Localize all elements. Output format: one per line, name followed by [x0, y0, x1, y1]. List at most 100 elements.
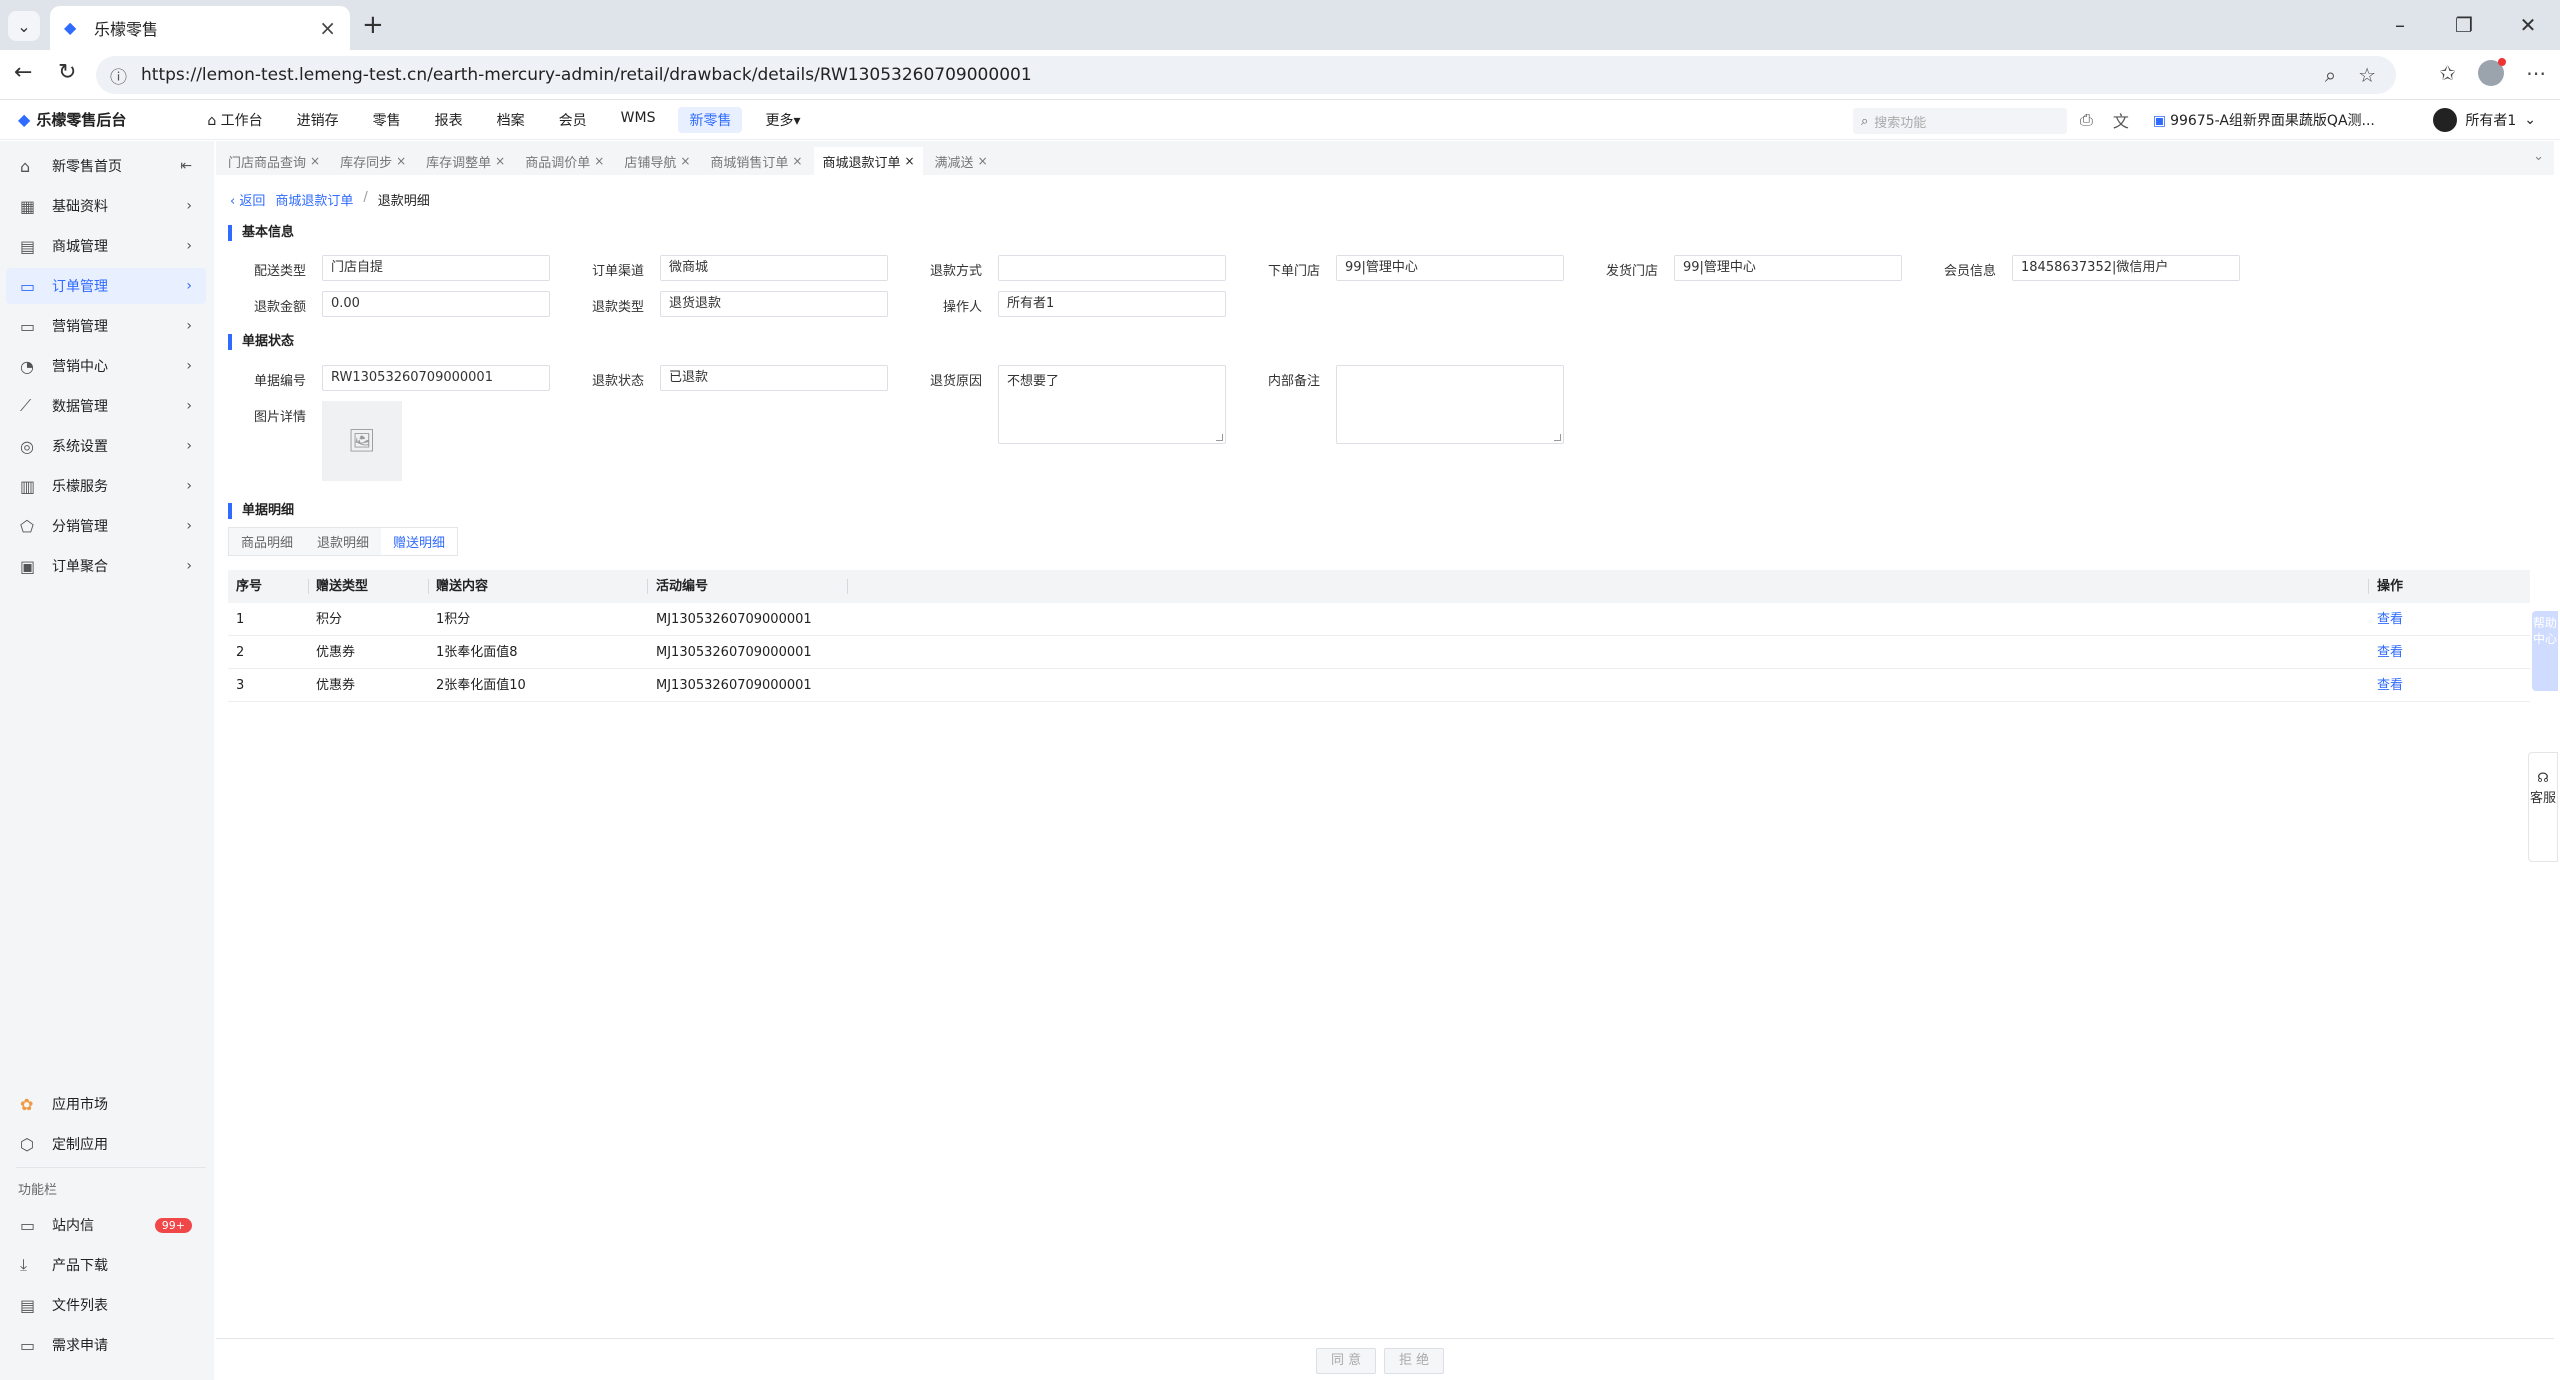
sidebar-item-requests[interactable]: ▭ 需求申请 [6, 1327, 206, 1363]
collapse-sidebar-icon[interactable]: ⇤ [180, 158, 192, 174]
translate-icon[interactable]: 文 [2113, 108, 2129, 132]
menu-reports[interactable]: 报表 [424, 107, 474, 133]
page-tab[interactable]: 满减送 × [926, 147, 996, 175]
page-tab-active[interactable]: 商城退款订单 × [814, 147, 923, 175]
sidebar-item-service[interactable]: ▥ 乐檬服务 › [6, 468, 206, 504]
tab-goods-detail[interactable]: 商品明细 [229, 528, 305, 555]
more-menu-icon[interactable]: ⋯ [2526, 61, 2546, 85]
order-channel-field[interactable]: 微商城 [660, 255, 888, 281]
close-icon[interactable]: × [978, 154, 988, 168]
internal-memo-textarea[interactable] [1336, 365, 1564, 444]
close-tab-icon[interactable]: × [319, 16, 336, 40]
menu-inventory[interactable]: 进销存 [286, 107, 350, 133]
menu-wms[interactable]: WMS [610, 107, 667, 133]
doc-no-field[interactable]: RW13053260709000001 [322, 365, 550, 391]
sidebar-item-orders[interactable]: ▭ 订单管理 › [6, 268, 206, 304]
close-icon[interactable]: × [495, 154, 505, 168]
view-link[interactable]: 查看 [2377, 603, 2403, 636]
zoom-icon[interactable]: ⌕ [2325, 63, 2336, 87]
refund-status-field[interactable]: 已退款 [660, 365, 888, 391]
tab-list-button[interactable]: ⌄ [8, 11, 40, 41]
close-icon[interactable]: × [904, 154, 914, 168]
column-divider[interactable] [2368, 579, 2369, 594]
operator-field[interactable]: 所有者1 [998, 291, 1226, 317]
page-tab[interactable]: 库存调整单 × [418, 147, 514, 175]
sidebar-item-distribution[interactable]: ⬠ 分销管理 › [6, 508, 206, 544]
site-info-icon[interactable]: ⓘ [110, 63, 127, 88]
bookmark-star-icon[interactable]: ☆ [2358, 63, 2376, 87]
chevron-down-icon[interactable]: ⌄ [2533, 149, 2544, 164]
breadcrumb-parent[interactable]: 商城退款订单 [275, 190, 353, 209]
favorites-icon[interactable]: ✩ [2439, 61, 2456, 85]
sidebar-item-files[interactable]: ▤ 文件列表 [6, 1287, 206, 1323]
sidebar-item-marketing[interactable]: ▭ 营销管理 › [6, 308, 206, 344]
order-store-field[interactable]: 99|管理中心 [1336, 255, 1564, 281]
sidebar-item-aggregate[interactable]: ▣ 订单聚合 › [6, 548, 206, 584]
menu-more[interactable]: 更多▾ [754, 107, 811, 133]
reload-icon[interactable]: ↻ [58, 60, 76, 85]
refund-amount-field[interactable]: 0.00 [322, 291, 550, 317]
member-info-field[interactable]: 18458637352|微信用户 [2012, 255, 2240, 281]
back-icon[interactable]: ← [14, 60, 32, 85]
back-link[interactable]: ‹ 返回 [230, 190, 265, 209]
sidebar-item-basic[interactable]: ▦ 基础资料 › [6, 188, 206, 224]
close-icon[interactable]: × [792, 154, 802, 168]
page-tab[interactable]: 商品调价单 × [517, 147, 613, 175]
page-tab[interactable]: 门店商品查询 × [220, 147, 329, 175]
browser-tab[interactable]: ◆ 乐檬零售 × [50, 6, 350, 50]
sidebar-item-marketing-center[interactable]: ◔ 营销中心 › [6, 348, 206, 384]
column-divider[interactable] [647, 579, 648, 594]
menu-retail[interactable]: 零售 [362, 107, 412, 133]
sidebar-item-downloads[interactable]: ⤓ 产品下载 [6, 1247, 206, 1283]
help-center-button[interactable]: 帮助中心 [2532, 611, 2558, 691]
function-search-input[interactable]: ⌕ 搜索功能 [1853, 108, 2067, 134]
page-tab[interactable]: 店铺导航 × [616, 147, 699, 175]
column-divider[interactable] [428, 579, 429, 594]
brand[interactable]: ◆ 乐檬零售后台 [18, 109, 126, 130]
menu-member[interactable]: 会员 [548, 107, 598, 133]
close-icon[interactable]: × [680, 154, 690, 168]
sidebar-item-data[interactable]: ⟋ 数据管理 › [6, 388, 206, 424]
agree-button[interactable]: 同 意 [1316, 1348, 1377, 1374]
ship-store-field[interactable]: 99|管理中心 [1674, 255, 1902, 281]
chevron-down-icon: ⌄ [2524, 112, 2536, 128]
close-icon[interactable]: × [594, 154, 604, 168]
close-window-icon[interactable]: ✕ [2496, 0, 2560, 50]
page-tab[interactable]: 商城销售订单 × [702, 147, 811, 175]
delivery-type-field[interactable]: 门店自提 [322, 255, 550, 281]
return-reason-textarea[interactable]: 不想要了 [998, 365, 1226, 444]
cell-content: 1积分 [436, 612, 471, 627]
tab-gift-detail[interactable]: 赠送明细 [381, 528, 458, 555]
column-divider[interactable] [308, 579, 309, 594]
user-menu[interactable]: 所有者1 ⌄ [2433, 108, 2536, 132]
profile-avatar[interactable] [2478, 58, 2506, 86]
new-tab-button[interactable]: + [362, 10, 384, 40]
page-tab[interactable]: 库存同步 × [332, 147, 415, 175]
field-label: 配送类型 [253, 264, 306, 279]
sidebar-item-custom-app[interactable]: ⬡ 定制应用 [6, 1126, 206, 1162]
menu-archive[interactable]: 档案 [486, 107, 536, 133]
sidebar-item-mall[interactable]: ▤ 商城管理 › [6, 228, 206, 264]
menu-workbench[interactable]: ⌂ 工作台 [196, 107, 273, 133]
customer-service-button[interactable]: ☊ 客服 [2528, 752, 2558, 862]
close-icon[interactable]: × [396, 154, 406, 168]
minimize-icon[interactable]: – [2368, 0, 2432, 50]
sidebar-item-messages[interactable]: ▭ 站内信 99+ [6, 1207, 206, 1243]
sidebar-item-settings[interactable]: ◎ 系统设置 › [6, 428, 206, 464]
column-divider[interactable] [847, 579, 848, 594]
sidebar-item-app-market[interactable]: ✿ 应用市场 [6, 1086, 206, 1122]
refund-method-field[interactable] [998, 255, 1226, 281]
url-field[interactable]: ⓘ https://lemon-test.lemeng-test.cn/eart… [96, 56, 2396, 94]
menu-new-retail[interactable]: 新零售 [678, 106, 743, 133]
sidebar-item-home[interactable]: ⌂ 新零售首页 ⇤ [6, 148, 206, 184]
view-link[interactable]: 查看 [2377, 636, 2403, 669]
view-link[interactable]: 查看 [2377, 669, 2403, 702]
print-icon[interactable]: ⎙ [2080, 110, 2093, 130]
image-placeholder-icon[interactable]: 🖼 [322, 401, 402, 481]
org-selector[interactable]: ▣ 99675-A组新界面果蔬版QA测... [2153, 110, 2375, 130]
refund-type-field[interactable]: 退货退款 [660, 291, 888, 317]
restore-icon[interactable]: ❐ [2432, 0, 2496, 50]
close-icon[interactable]: × [310, 154, 320, 168]
tab-refund-detail[interactable]: 退款明细 [305, 528, 381, 555]
reject-button[interactable]: 拒 绝 [1384, 1348, 1445, 1374]
